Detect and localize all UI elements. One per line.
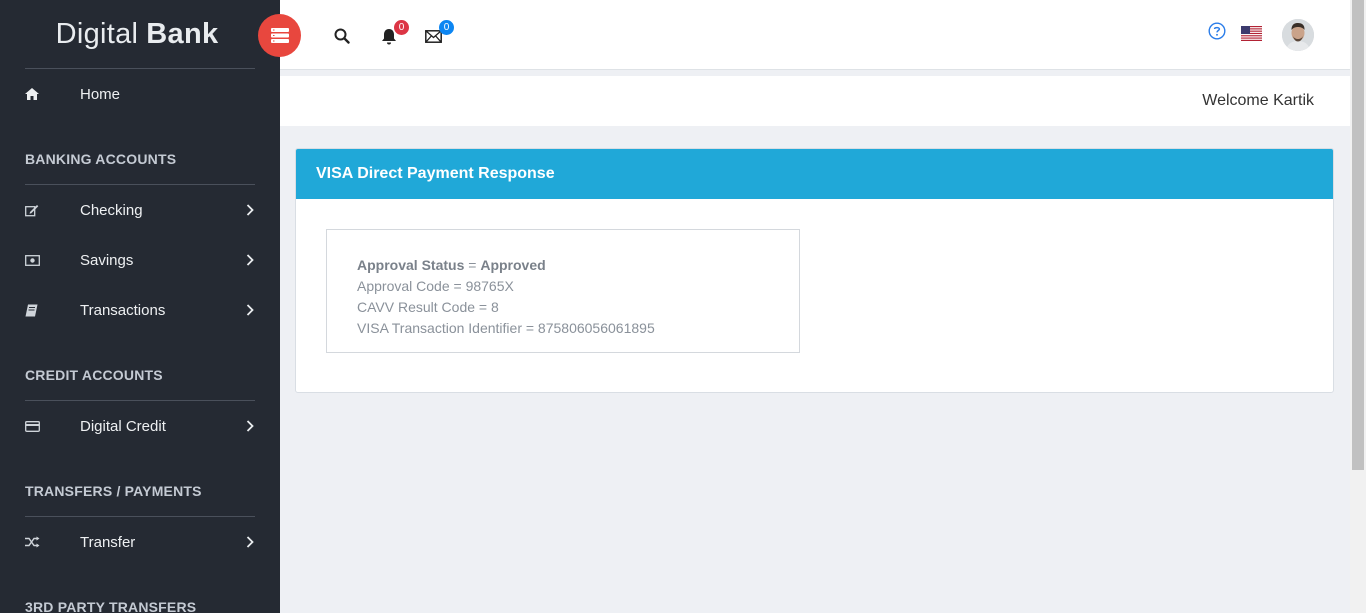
sidebar-item-savings[interactable]: Savings (0, 235, 280, 285)
chevron-right-icon (245, 420, 255, 432)
avatar[interactable] (1282, 19, 1314, 51)
sidebar-item-checking[interactable]: Checking (0, 185, 280, 235)
section-title-banking: BANKING ACCOUNTS (25, 150, 177, 167)
sidebar-item-digital-credit[interactable]: Digital Credit (0, 401, 280, 451)
chevron-right-icon (245, 536, 255, 548)
credit-card-icon (25, 420, 80, 432)
help-icon (1208, 22, 1226, 40)
help-button[interactable] (1205, 19, 1229, 43)
search-icon (334, 28, 350, 44)
language-selector[interactable] (1240, 24, 1262, 42)
response-details: Approval Status = Approved Approval Code… (326, 229, 800, 353)
section-title-third-party: 3RD PARTY TRANSFERS (25, 598, 197, 613)
approval-status-line: Approval Status = Approved (357, 257, 546, 273)
sidebar-item-home[interactable]: Home (0, 69, 280, 119)
card-title: VISA Direct Payment Response (316, 165, 555, 182)
message-count-badge: 0 (439, 20, 454, 35)
edit-icon (25, 204, 80, 217)
top-header: 0 0 (258, 0, 1350, 70)
sidebar-item-transactions[interactable]: Transactions (0, 285, 280, 335)
money-icon (25, 254, 80, 266)
messages-button[interactable]: 0 (421, 20, 454, 48)
scrollbar-thumb[interactable] (1352, 0, 1364, 470)
sidebar-item-label: Digital Credit (80, 417, 166, 435)
section-title-credit: CREDIT ACCOUNTS (25, 366, 163, 383)
chevron-right-icon (245, 204, 255, 216)
sidebar-item-label: Home (80, 85, 121, 103)
menu-icon (270, 28, 289, 43)
card-header: VISA Direct Payment Response (296, 149, 1333, 199)
brand-light: Digital (55, 17, 139, 50)
approval-code: Approval Code = 98765X (357, 278, 514, 294)
brand-bold: Bank (146, 17, 219, 50)
visa-transaction-id: VISA Transaction Identifier = 8758060560… (357, 320, 655, 336)
sidebar-item-label: Transactions (80, 301, 166, 319)
chevron-right-icon (245, 304, 255, 316)
approval-status-label: Approval Status (357, 257, 465, 273)
sidebar: Digital Bank Home BANKING ACCOUNTS Check… (0, 0, 280, 613)
page-scrollbar[interactable] (1350, 0, 1366, 613)
section-title-transfers: TRANSFERS / PAYMENTS (25, 482, 202, 499)
visa-response-card: VISA Direct Payment Response Approval St… (295, 148, 1334, 393)
notifications-button[interactable]: 0 (377, 20, 409, 48)
notification-count-badge: 0 (394, 20, 409, 35)
brand-logo[interactable]: Digital Bank (0, 0, 280, 68)
cavv-result-code: CAVV Result Code = 8 (357, 299, 499, 315)
sidebar-item-label: Transfer (80, 533, 136, 551)
shuffle-icon (25, 536, 80, 548)
menu-toggle-button[interactable] (258, 14, 301, 57)
welcome-text: Welcome Kartik (1202, 92, 1314, 109)
sidebar-item-label: Savings (80, 251, 134, 269)
envelope-icon (424, 29, 442, 43)
chevron-right-icon (245, 254, 255, 266)
home-icon (25, 88, 80, 100)
us-flag-icon (1240, 25, 1262, 41)
sidebar-item-label: Checking (80, 201, 143, 219)
book-icon (25, 304, 80, 317)
welcome-bar: Welcome Kartik (280, 76, 1350, 126)
sidebar-item-transfer[interactable]: Transfer (0, 517, 280, 567)
user-avatar-image (1282, 19, 1314, 51)
approval-status-value: Approved (480, 257, 546, 273)
search-button[interactable] (330, 24, 354, 48)
